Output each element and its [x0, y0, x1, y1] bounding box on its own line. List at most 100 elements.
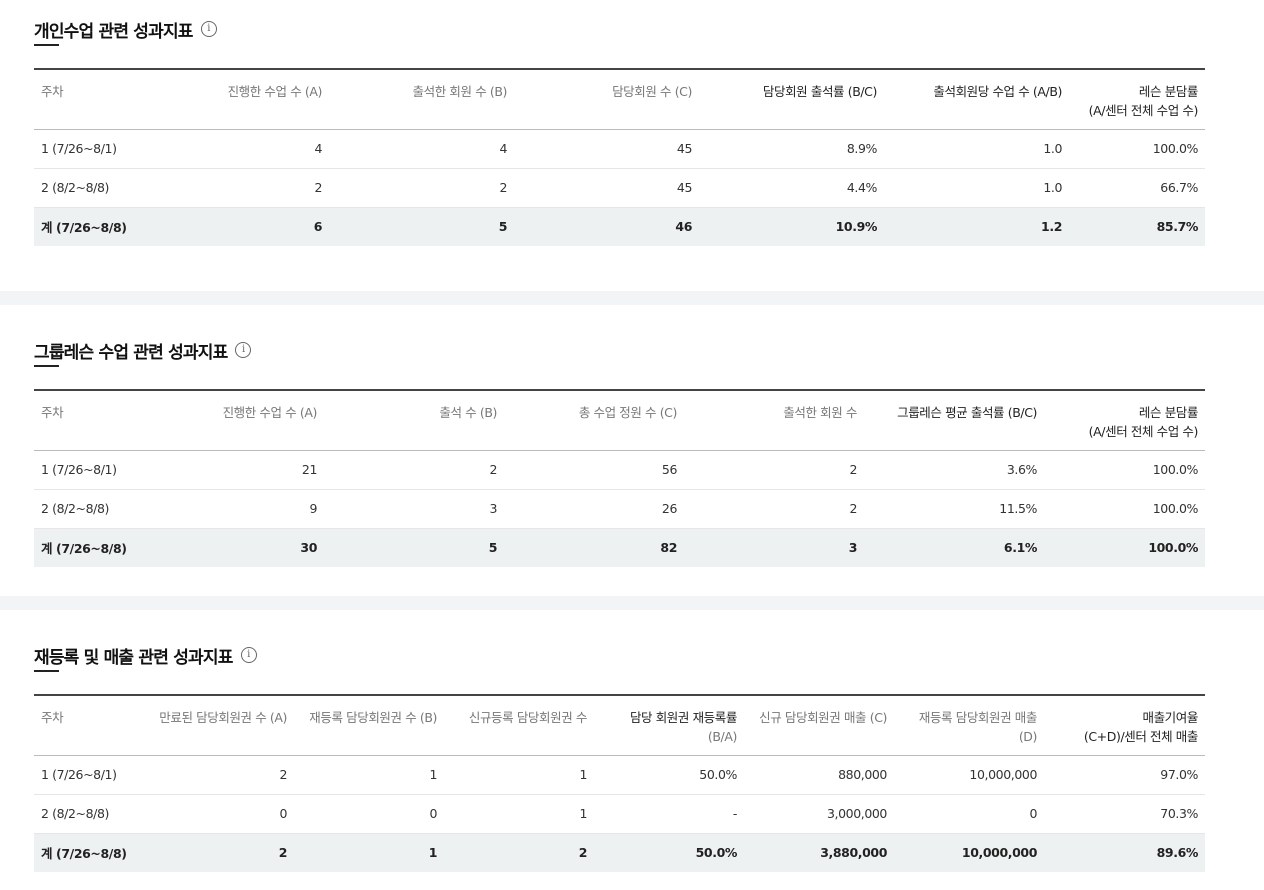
cell: 2 — [684, 489, 864, 529]
cell: 10,000,000 — [894, 755, 1044, 795]
header-assigned-members: 담당회원 수 (C) — [612, 84, 692, 99]
cell: 0 — [144, 794, 294, 834]
cell: 30 — [180, 527, 324, 567]
cell: 85.7% — [1069, 206, 1205, 246]
cell: 2 — [180, 168, 329, 208]
title-underline — [34, 365, 59, 367]
table-row: 1 (7/26~8/1) 4 4 45 8.9% 1.0 100.0% — [34, 129, 1205, 169]
cell-week: 2 (8/2~8/8) — [34, 489, 180, 529]
cell: 8.9% — [699, 129, 884, 169]
cell-week: 1 (7/26~8/1) — [34, 129, 180, 169]
cell: 4 — [180, 129, 329, 169]
sales-kpi-title-row: 재등록 및 매출 관련 성과지표 i — [34, 644, 1205, 668]
header-week: 주차 — [41, 710, 64, 725]
header-attended-members: 출석한 회원 수 (B) — [412, 84, 508, 99]
cell: 1 — [294, 755, 444, 795]
cell: 70.3% — [1044, 794, 1205, 834]
cell: 1.2 — [884, 206, 1069, 246]
group-kpi-title-row: 그룹레슨 수업 관련 성과지표 i — [34, 339, 1205, 363]
cell-week: 1 (7/26~8/1) — [34, 755, 144, 795]
table-header-row: 주차 진행한 수업 수 (A) 출석 수 (B) 총 수업 정원 수 (C) 출… — [34, 390, 1205, 450]
header-renewed-memberships: 재등록 담당회원권 수 (B) — [309, 710, 437, 725]
cell: 100.0% — [1069, 129, 1205, 169]
cell: 4 — [329, 129, 514, 169]
cell: 46 — [514, 206, 699, 246]
header-avg-attendance-rate: 그룹레슨 평균 출석률 (B/C) — [897, 405, 1037, 420]
header-sales-contribution: 매출기여율 (C+D)/센터 전체 매출 — [1083, 710, 1199, 744]
sales-kpi-section: 재등록 및 매출 관련 성과지표 i 주차 만료된 담당회원권 수 (A) 재등… — [34, 644, 1205, 872]
cell: - — [594, 794, 744, 834]
cell: 82 — [504, 527, 684, 567]
cell: 3,880,000 — [744, 832, 894, 872]
cell: 10.9% — [699, 206, 884, 246]
cell: 100.0% — [1044, 489, 1205, 529]
cell: 50.0% — [594, 832, 744, 872]
cell: 3.6% — [864, 450, 1044, 490]
info-icon[interactable]: i — [235, 342, 252, 358]
group-kpi-section: 그룹레슨 수업 관련 성과지표 i 주차 진행한 수업 수 (A) 출석 수 (… — [34, 339, 1205, 567]
cell: 5 — [324, 527, 504, 567]
title-underline — [34, 670, 59, 672]
cell: 21 — [180, 450, 324, 490]
info-icon[interactable]: i — [200, 21, 217, 37]
personal-kpi-table: 주차 진행한 수업 수 (A) 출석한 회원 수 (B) 담당회원 수 (C) … — [34, 68, 1205, 246]
cell: 89.6% — [1044, 832, 1205, 872]
cell: 2 — [329, 168, 514, 208]
cell: 2 — [144, 832, 294, 872]
section-title: 재등록 및 매출 관련 성과지표 — [34, 647, 233, 668]
cell: 26 — [504, 489, 684, 529]
cell: 50.0% — [594, 755, 744, 795]
header-attendance-count: 출석 수 (B) — [439, 405, 497, 420]
header-new-memberships: 신규등록 담당회원권 수 — [468, 710, 588, 725]
cell-week: 2 (8/2~8/8) — [34, 168, 180, 208]
cell: 1 — [294, 832, 444, 872]
total-row: 계 (7/26~8/8) 30 5 82 3 6.1% 100.0% — [34, 527, 1205, 567]
cell: 6.1% — [864, 527, 1044, 567]
sales-kpi-table: 주차 만료된 담당회원권 수 (A) 재등록 담당회원권 수 (B) 신규등록 … — [34, 694, 1205, 872]
cell: 45 — [514, 168, 699, 208]
header-new-sales: 신규 담당회원권 매출 (C) — [759, 710, 887, 725]
section-title: 개인수업 관련 성과지표 — [34, 21, 193, 42]
cell: 2 — [684, 450, 864, 490]
cell: 66.7% — [1069, 168, 1205, 208]
cell: 0 — [294, 794, 444, 834]
cell: 97.0% — [1044, 755, 1205, 795]
header-renewal-rate: 담당 회원권 재등록률 (B/A) — [629, 710, 737, 744]
cell: 11.5% — [864, 489, 1044, 529]
table-row: 2 (8/2~8/8) 2 2 45 4.4% 1.0 66.7% — [34, 168, 1205, 208]
cell: 2 — [144, 755, 294, 795]
info-icon[interactable]: i — [240, 647, 257, 663]
cell: 1.0 — [884, 129, 1069, 169]
table-row: 1 (7/26~8/1) 21 2 56 2 3.6% 100.0% — [34, 450, 1205, 490]
header-week: 주차 — [41, 405, 64, 420]
header-attendance-rate: 담당회원 출석률 (B/C) — [762, 84, 878, 99]
cell: 2 — [324, 450, 504, 490]
table-row: 2 (8/2~8/8) 9 3 26 2 11.5% 100.0% — [34, 489, 1205, 529]
header-lessons: 진행한 수업 수 (A) — [227, 84, 323, 99]
header-expired-memberships: 만료된 담당회원권 수 (A) — [159, 710, 287, 725]
table-header-row: 주차 진행한 수업 수 (A) 출석한 회원 수 (B) 담당회원 수 (C) … — [34, 69, 1205, 129]
table-header-row: 주차 만료된 담당회원권 수 (A) 재등록 담당회원권 수 (B) 신규등록 … — [34, 695, 1205, 755]
cell: 1 — [444, 794, 594, 834]
cell: 100.0% — [1044, 527, 1205, 567]
group-kpi-table: 주차 진행한 수업 수 (A) 출석 수 (B) 총 수업 정원 수 (C) 출… — [34, 389, 1205, 567]
header-lesson-share: 레슨 분담률 (A/센터 전체 수업 수) — [1088, 405, 1199, 439]
cell: 0 — [894, 794, 1044, 834]
cell: 1 — [444, 755, 594, 795]
header-lessons-per-member: 출석회원당 수업 수 (A/B) — [933, 84, 1062, 99]
header-week: 주차 — [41, 84, 64, 99]
cell: 6 — [180, 206, 329, 246]
cell-week: 계 (7/26~8/8) — [34, 832, 144, 872]
cell-week: 1 (7/26~8/1) — [34, 450, 180, 490]
total-row: 계 (7/26~8/8) 6 5 46 10.9% 1.2 85.7% — [34, 206, 1205, 246]
header-lessons: 진행한 수업 수 (A) — [222, 405, 318, 420]
header-attended-members: 출석한 회원 수 — [783, 405, 857, 420]
cell: 1.0 — [884, 168, 1069, 208]
cell-week: 계 (7/26~8/8) — [34, 206, 180, 246]
personal-kpi-title-row: 개인수업 관련 성과지표 i — [34, 18, 1205, 42]
cell: 10,000,000 — [894, 832, 1044, 872]
total-row: 계 (7/26~8/8) 2 1 2 50.0% 3,880,000 10,00… — [34, 832, 1205, 872]
title-underline — [34, 44, 59, 46]
cell: 5 — [329, 206, 514, 246]
cell: 9 — [180, 489, 324, 529]
